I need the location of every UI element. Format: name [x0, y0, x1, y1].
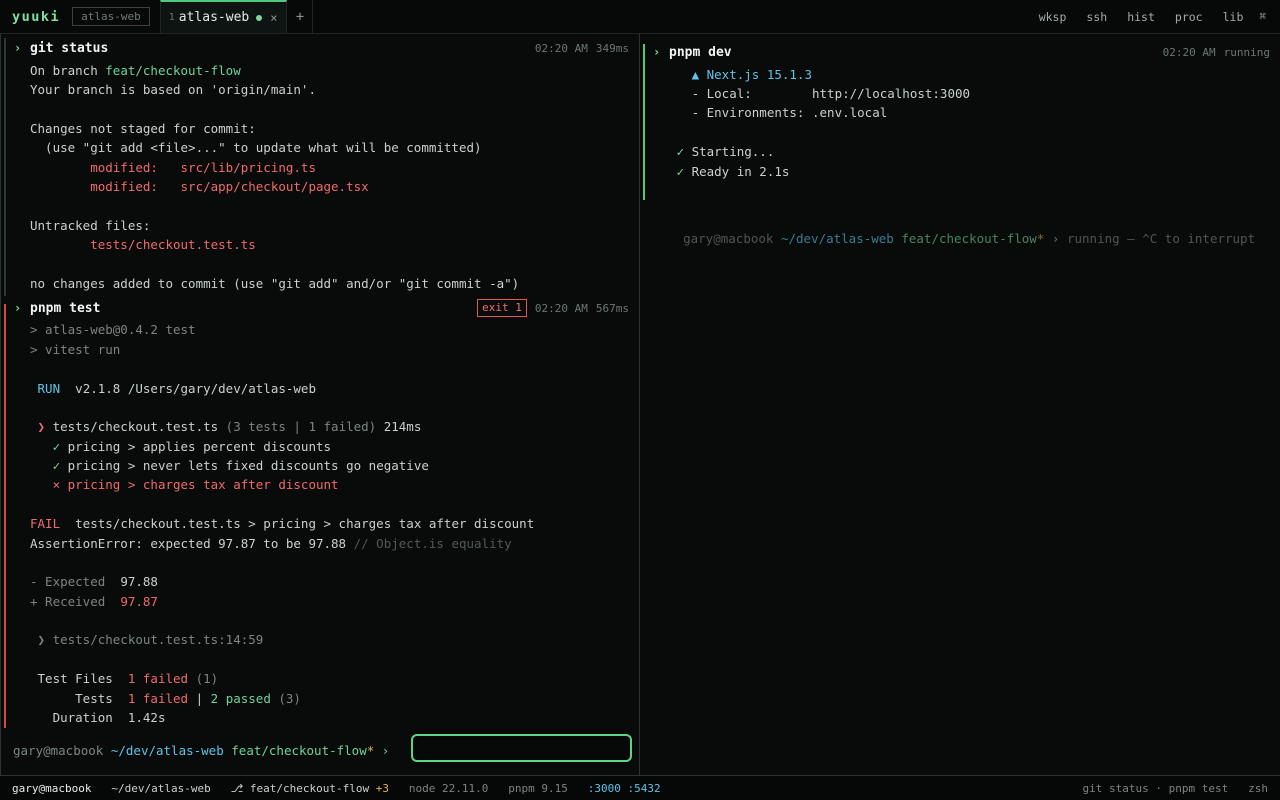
app-logo: yuuki — [12, 8, 61, 25]
output-line: Your branch is based on 'origin/main'. — [30, 82, 316, 97]
block-command: pnpm test — [30, 300, 101, 316]
status-path: ~/dev/atlas-web — [111, 781, 211, 795]
menu-lib[interactable]: lib — [1213, 10, 1254, 24]
block-command: pnpm dev — [669, 44, 732, 60]
prompt-user: gary@macbook — [13, 742, 104, 758]
status-shell: zsh — [1248, 781, 1268, 795]
terminal-pane-left[interactable]: › git status 02:20 AM 349ms On branch fe… — [0, 34, 640, 776]
output-line: Changes not staged for commit: — [30, 121, 256, 136]
block-time: 02:20 AM — [534, 301, 588, 315]
shell-prompt-running: gary@macbook ~/dev/atlas-web feat/checko… — [653, 210, 1255, 246]
output-line: Untracked files: — [30, 218, 151, 233]
chevron-right-icon: › — [14, 301, 22, 315]
output-line: no changes added to commit (use "git add… — [30, 276, 520, 291]
block-gutter — [4, 38, 6, 296]
output-line: AssertionError: expected 97.87 to be 97.… — [30, 536, 512, 551]
status-node: node 22.11.0 — [408, 781, 489, 795]
menu-wksp[interactable]: wksp — [1029, 10, 1077, 24]
output-line: ✓ pricing > never lets fixed discounts g… — [30, 458, 429, 473]
tab-label: atlas-web — [178, 10, 250, 25]
pnpm-test-block: › pnpm test exit 1 02:20 AM 567ms > atla… — [4, 298, 629, 728]
chevron-right-icon: › — [14, 41, 22, 55]
status-bar: gary@macbook ~/dev/atlas-web ⎇ feat/chec… — [0, 776, 1280, 800]
menu-ssh[interactable]: ssh — [1076, 10, 1117, 24]
status-branch: feat/checkout-flow — [249, 781, 370, 795]
output-line: - Local: http://localhost:3000 — [669, 86, 971, 101]
shell-prompt: gary@macbook ~/dev/atlas-web feat/checko… — [13, 737, 389, 763]
prompt-path: ~/dev/atlas-web — [110, 742, 224, 758]
output-line: > vitest run — [30, 342, 121, 357]
output-line: Test Files 1 failed (1) — [30, 671, 219, 686]
output-line: > atlas-web@0.4.2 test — [30, 322, 196, 337]
top-menu: wksp ssh hist proc lib ⌘ — [1029, 0, 1280, 33]
output-line: ✓ Ready in 2.1s — [669, 164, 790, 179]
status-recent: git status · pnpm test — [1082, 781, 1229, 795]
status-port-5432[interactable]: :5432 — [627, 782, 660, 795]
block-time: 02:20 AM — [534, 41, 588, 55]
chevron-right-icon: › — [653, 45, 661, 59]
output-line: On branch feat/checkout-flow — [30, 63, 241, 78]
exit-code-badge: exit 1 — [477, 299, 527, 317]
output-line: ▲ Next.js 15.1.3 — [669, 67, 812, 82]
workspace-selector[interactable]: atlas-web — [72, 7, 150, 26]
tab-index: 1 — [168, 12, 175, 23]
tab-atlas-web[interactable]: 1 atlas-web × — [159, 0, 288, 33]
status-right: git status · pnpm test zsh — [1083, 782, 1268, 795]
output-line: modified: src/app/checkout/page.tsx — [30, 179, 369, 194]
top-bar: yuuki atlas-web 1 atlas-web × + wksp ssh… — [0, 0, 1280, 34]
output-line: FAIL tests/checkout.test.ts > pricing > … — [30, 516, 535, 531]
activity-dot-icon — [256, 14, 263, 21]
block-header[interactable]: › pnpm dev 02:20 AM running — [653, 42, 1270, 62]
git-branch-icon: ⎇ — [230, 781, 244, 795]
status-pnpm: pnpm 9.15 — [508, 781, 568, 795]
status-changes: +3 — [375, 781, 389, 795]
output-line: ❯ tests/checkout.test.ts:14:59 — [30, 632, 264, 647]
output-line: - Environments: .env.local — [669, 105, 888, 120]
output-line: (use "git add <file>..." to update what … — [30, 140, 482, 155]
output-line: × pricing > charges tax after discount — [30, 477, 339, 492]
block-duration: 349ms — [595, 41, 629, 55]
block-gutter-error — [4, 304, 6, 728]
prompt-branch: feat/checkout-flow — [901, 231, 1037, 246]
block-header[interactable]: › pnpm test exit 1 02:20 AM 567ms — [14, 298, 629, 318]
block-duration: 567ms — [595, 301, 629, 315]
prompt-user: gary@macbook — [683, 231, 774, 246]
terminal-pane-right[interactable]: › pnpm dev 02:20 AM running ▲ Next.js 15… — [640, 34, 1280, 776]
output-line: tests/checkout.test.ts — [30, 237, 256, 252]
prompt-branch: feat/checkout-flow — [231, 742, 367, 758]
command-key-icon[interactable]: ⌘ — [1253, 10, 1272, 23]
output-line: + Received 97.87 — [30, 594, 158, 609]
git-status-block: › git status 02:20 AM 349ms On branch fe… — [4, 34, 629, 296]
prompt-path: ~/dev/atlas-web — [780, 231, 894, 246]
block-command: git status — [30, 40, 109, 56]
menu-proc[interactable]: proc — [1165, 10, 1213, 24]
menu-hist[interactable]: hist — [1117, 10, 1165, 24]
output-line: ❯ tests/checkout.test.ts (3 tests | 1 fa… — [30, 419, 422, 434]
new-tab-button[interactable]: + — [287, 0, 314, 33]
block-status: running — [1223, 45, 1270, 59]
pnpm-dev-block: › pnpm dev 02:20 AM running ▲ Next.js 15… — [643, 44, 1270, 200]
output-line: ✓ pricing > applies percent discounts — [30, 439, 332, 454]
prompt-arrow: › — [381, 742, 390, 758]
block-time: 02:20 AM — [1162, 45, 1216, 59]
output-line: Duration 1.42s — [30, 710, 166, 725]
block-header[interactable]: › git status 02:20 AM 349ms — [14, 38, 629, 58]
status-user: gary@macbook — [12, 781, 92, 795]
command-input[interactable] — [411, 734, 632, 762]
output-line: modified: src/lib/pricing.ts — [30, 160, 316, 175]
output-line: Tests 1 failed | 2 passed (3) — [30, 691, 301, 706]
interrupt-hint: running — ^C to interrupt — [1066, 231, 1256, 246]
status-port-3000[interactable]: :3000 — [588, 782, 621, 795]
output-line: - Expected 97.88 — [30, 574, 158, 589]
prompt-dirty: * — [366, 742, 375, 758]
close-tab-icon[interactable]: × — [270, 11, 277, 25]
block-gutter-running — [643, 44, 645, 200]
output-line: RUN v2.1.8 /Users/gary/dev/atlas-web — [30, 381, 316, 396]
output-line: ✓ Starting... — [669, 144, 775, 159]
